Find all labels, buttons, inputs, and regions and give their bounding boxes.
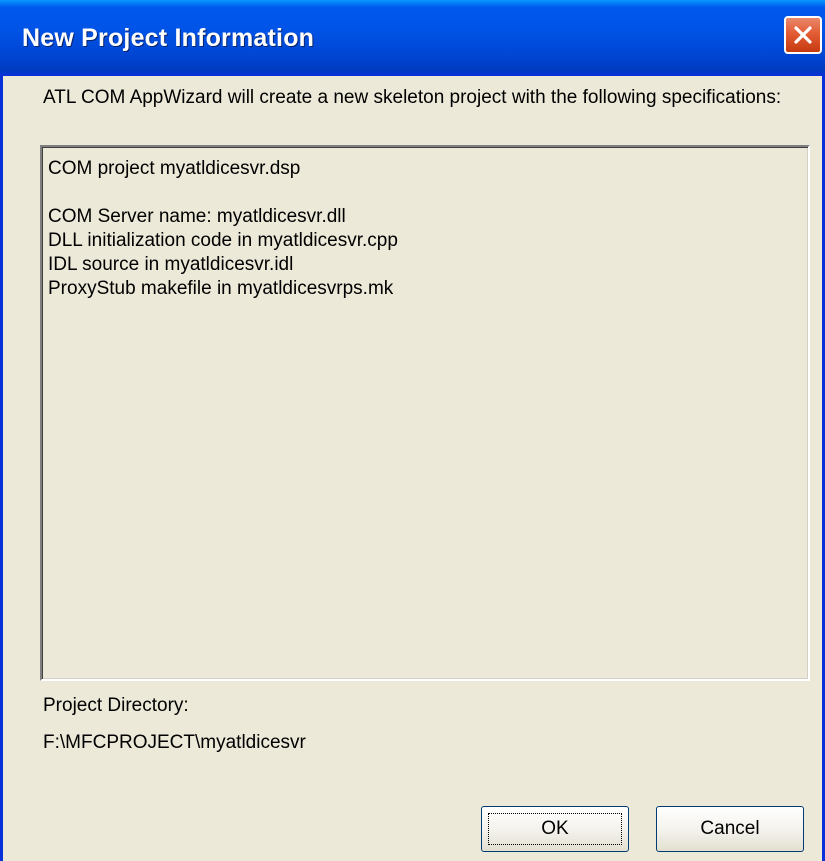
project-directory-value: F:\MFCPROJECT\myatldicesvr [43,732,306,753]
cancel-button[interactable]: Cancel [656,806,804,852]
project-directory-label: Project Directory: [43,695,189,716]
close-icon [794,26,812,44]
focus-rectangle [488,813,622,845]
spec-line: COM project myatldicesvr.dsp [48,158,301,179]
close-button[interactable] [784,16,822,54]
spec-line: DLL initialization code in myatldicesvr.… [48,230,398,251]
spec-blank-line [48,181,808,205]
spec-line: IDL source in myatldicesvr.idl [48,254,294,275]
title-bar[interactable]: New Project Information [0,0,825,76]
window-title: New Project Information [22,24,315,52]
spec-line: ProxyStub makefile in myatldicesvrps.mk [48,278,394,299]
new-project-information-dialog: New Project Information ATL COM AppWizar… [0,0,825,861]
cancel-button-label: Cancel [700,818,760,839]
intro-text: ATL COM AppWizard will create a new skel… [43,87,782,108]
spec-line: COM Server name: myatldicesvr.dll [48,206,346,227]
ok-button[interactable]: OK [481,806,629,852]
specifications-box[interactable]: COM project myatldicesvr.dsp COM Server … [40,145,810,681]
